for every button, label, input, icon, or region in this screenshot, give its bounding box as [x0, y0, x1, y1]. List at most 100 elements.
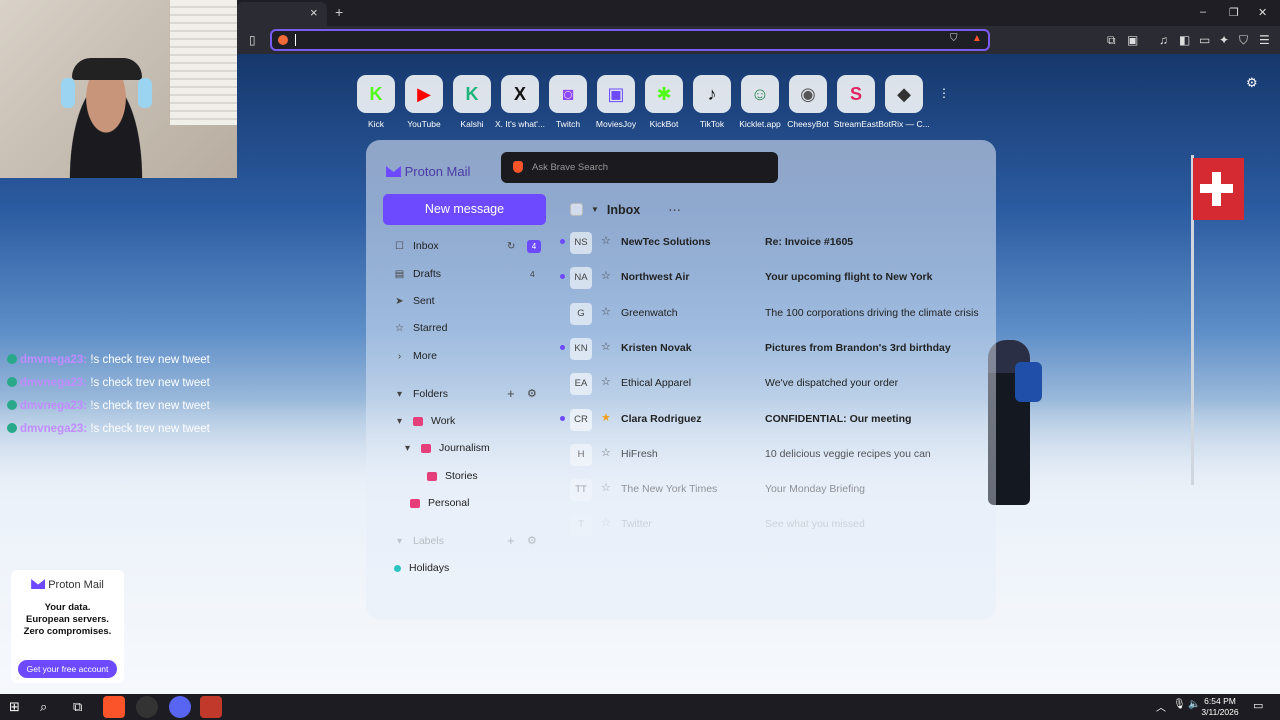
more-shortcuts-icon[interactable]: ⋮ — [938, 86, 950, 100]
star-icon[interactable]: ☆ — [601, 340, 611, 353]
shortcut-icon: K — [465, 83, 479, 104]
discord-taskbar-icon[interactable] — [169, 696, 191, 718]
message-row[interactable]: TT ☆ The New York Times Your Monday Briefin… — [558, 477, 998, 503]
star-icon[interactable]: ☆ — [601, 516, 611, 529]
star-icon[interactable]: ☆ — [601, 481, 611, 494]
sidebar-item-sent[interactable]: ➤ Sent — [394, 295, 434, 307]
vpn-icon[interactable]: ⛉ — [1239, 33, 1248, 48]
folder-item[interactable]: ▾ Work — [394, 415, 455, 427]
shortcut-tile[interactable]: X — [501, 75, 539, 113]
sender-avatar[interactable]: CR — [570, 408, 592, 431]
gear-icon[interactable]: ⚙ — [1246, 75, 1258, 91]
shortcut-tile[interactable]: S — [837, 75, 875, 113]
shortcut-tile[interactable]: ◙ — [549, 75, 587, 113]
get-free-account-button[interactable]: Get your free account — [18, 660, 117, 678]
minimize-icon[interactable]: – — [1200, 6, 1206, 18]
sender-avatar[interactable]: T — [570, 514, 592, 537]
shortcut-tile[interactable]: ✱ — [645, 75, 683, 113]
brave-shield-icon[interactable]: ⛉ — [950, 33, 958, 44]
message-row[interactable]: G ☆ Greenwatch The 100 corporations driving… — [558, 301, 998, 327]
proton-ad[interactable]: Proton Mail Your data. European servers.… — [11, 570, 124, 683]
tray-chevron-icon[interactable]: ︿ — [1156, 699, 1166, 715]
folders-header[interactable]: ▾ Folders — [394, 388, 448, 400]
chat-text: !s check trev new tweet — [90, 377, 210, 389]
star-icon[interactable]: ★ — [601, 411, 611, 424]
star-icon[interactable]: ☆ — [601, 234, 611, 247]
sender-avatar[interactable]: H — [570, 443, 592, 466]
label-settings-icon[interactable]: ⚙ — [527, 534, 537, 547]
address-bar[interactable]: ⛉ ▲ — [270, 29, 990, 51]
add-folder-icon[interactable]: + — [507, 386, 515, 401]
chevron-down-icon[interactable]: ▾ — [402, 443, 413, 454]
sidebar-item-inbox[interactable]: ☐ Inbox — [394, 240, 439, 252]
flag-cross — [1200, 184, 1233, 193]
message-row[interactable]: NS ☆ NewTec Solutions Re: Invoice #1605 — [558, 230, 998, 256]
message-row[interactable]: CR ★ Clara Rodriguez CONFIDENTIAL: Our meet… — [558, 407, 998, 433]
new-tab-button[interactable]: + — [335, 4, 343, 20]
microphone-icon[interactable]: 🎙 — [1173, 699, 1186, 715]
brave-rewards-icon[interactable]: ▲ — [972, 33, 982, 44]
sidebar-item-drafts[interactable]: ▤ Drafts — [394, 268, 441, 280]
sender-avatar[interactable]: TT — [570, 479, 592, 502]
new-message-button[interactable]: New message — [383, 194, 546, 225]
menu-icon[interactable]: ☰ — [1259, 33, 1270, 47]
close-tab-icon[interactable]: × — [310, 5, 318, 20]
chevron-down-icon[interactable]: ▾ — [394, 416, 405, 427]
notifications-icon[interactable]: ▭ — [1253, 699, 1263, 715]
shortcut-tile[interactable]: K — [357, 75, 395, 113]
shortcut-tile[interactable]: ☺ — [741, 75, 779, 113]
shortcut-label[interactable]: BotRix — C... — [869, 119, 939, 129]
media-icon[interactable]: ♫ — [1159, 33, 1168, 47]
windows-start-icon[interactable]: ⊞ — [9, 699, 20, 715]
shortcut-tile[interactable]: ▶ — [405, 75, 443, 113]
close-window-icon[interactable]: ✕ — [1258, 6, 1267, 19]
label-holidays[interactable]: Holidays — [394, 562, 449, 574]
sidebar-item-starred[interactable]: ☆ Starred — [394, 322, 447, 334]
star-icon[interactable]: ☆ — [601, 446, 611, 459]
brave-taskbar-icon[interactable] — [103, 696, 125, 718]
shortcut-tile[interactable]: ◉ — [789, 75, 827, 113]
folder-item[interactable]: Personal — [410, 497, 469, 509]
brave-search-box[interactable]: Ask Brave Search — [501, 152, 778, 183]
sender-avatar[interactable]: G — [570, 302, 592, 325]
sidebar-icon[interactable]: ◧ — [1179, 33, 1190, 47]
add-label-icon[interactable]: + — [507, 533, 515, 548]
wallet-icon[interactable]: ▭ — [1199, 33, 1210, 47]
volume-icon[interactable]: 🔈 — [1188, 699, 1200, 715]
system-clock[interactable]: 6:54 PM 3/11/2026 — [1200, 696, 1240, 718]
sender-avatar[interactable]: NA — [570, 267, 592, 290]
screenshot-icon[interactable]: ▣ — [1127, 33, 1138, 47]
sidebar-item-more[interactable]: › More — [394, 350, 437, 362]
select-dropdown-icon[interactable]: ▼ — [591, 205, 599, 214]
message-row[interactable]: H ☆ HiFresh 10 delicious veggie recipes you… — [558, 442, 998, 468]
shortcut-tile[interactable]: K — [453, 75, 491, 113]
shortcut-tile[interactable]: ▣ — [597, 75, 635, 113]
restore-icon[interactable]: ❐ — [1229, 6, 1239, 19]
leo-ai-icon[interactable]: ✦ — [1219, 33, 1229, 47]
task-view-icon[interactable]: ⧉ — [73, 699, 82, 715]
sender-avatar[interactable]: KN — [570, 337, 592, 360]
message-row[interactable]: T ☆ Twitter See what you missed — [558, 512, 998, 538]
folder-item[interactable]: ▾ Journalism — [402, 442, 490, 454]
star-icon[interactable]: ☆ — [601, 269, 611, 282]
sender-avatar[interactable]: EA — [570, 373, 592, 396]
labels-header[interactable]: ▾ Labels — [394, 535, 444, 547]
inbox-more-icon[interactable]: ⋯ — [668, 202, 681, 217]
bookmark-icon[interactable]: ▯ — [249, 33, 256, 47]
shortcut-tile[interactable]: ◆ — [885, 75, 923, 113]
app-taskbar-icon[interactable] — [136, 696, 158, 718]
extensions-icon[interactable]: ⧉ — [1107, 33, 1116, 48]
message-row[interactable]: KN ☆ Kristen Novak Pictures from Brandon's … — [558, 336, 998, 362]
select-all-checkbox[interactable] — [570, 203, 583, 216]
app-taskbar-icon[interactable] — [200, 696, 222, 718]
refresh-icon[interactable]: ↻ — [507, 241, 515, 252]
search-icon[interactable]: ⌕ — [40, 699, 47, 715]
message-row[interactable]: EA ☆ Ethical Apparel We've dispatched your … — [558, 371, 998, 397]
folder-item[interactable]: Stories — [427, 470, 478, 482]
folder-settings-icon[interactable]: ⚙ — [527, 387, 537, 400]
shortcut-tile[interactable]: ♪ — [693, 75, 731, 113]
message-row[interactable]: NA ☆ Northwest Air Your upcoming flight to … — [558, 265, 998, 291]
star-icon[interactable]: ☆ — [601, 305, 611, 318]
sender-avatar[interactable]: NS — [570, 232, 592, 254]
star-icon[interactable]: ☆ — [601, 375, 611, 388]
